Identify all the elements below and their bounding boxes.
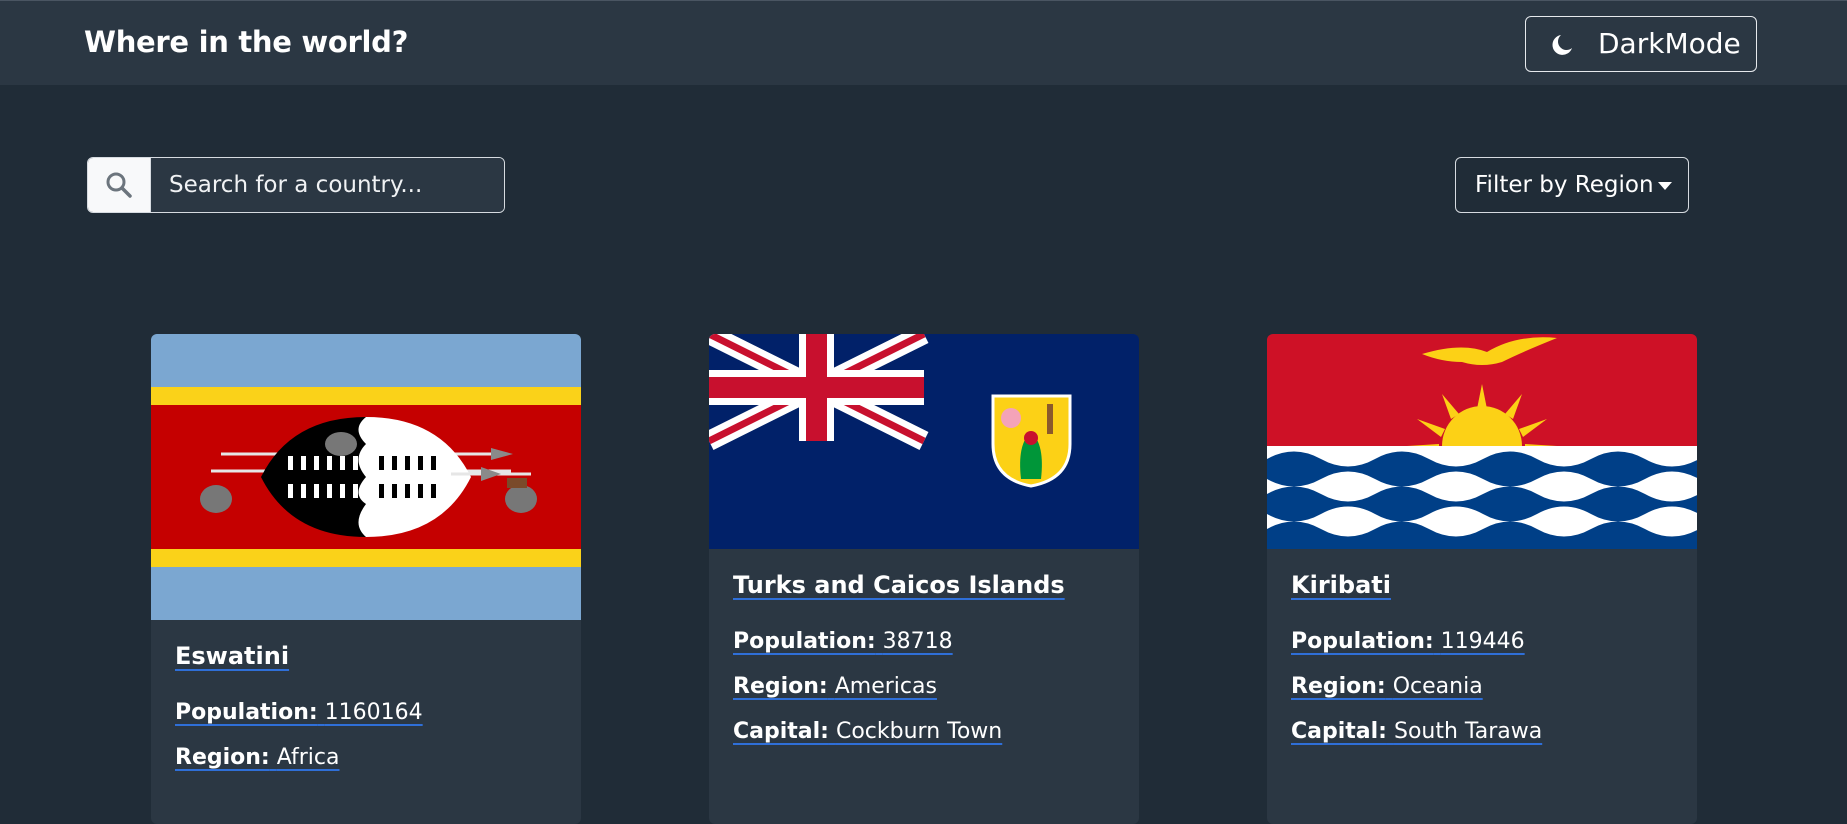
capital-value: South Tarawa [1393, 719, 1543, 744]
capital-link[interactable]: Capital: Cockburn Town [733, 719, 1002, 744]
capital-label: Capital: [733, 719, 829, 744]
region-value: Americas [834, 674, 937, 699]
filter-region-dropdown[interactable]: Filter by Region [1455, 157, 1689, 213]
population-value: 1160164 [324, 700, 423, 725]
region-link[interactable]: Region: Africa [175, 745, 339, 770]
region-row: Region: Americas [733, 674, 1115, 699]
capital-row: Capital: South Tarawa [1291, 719, 1673, 744]
flag-eswatini [151, 334, 581, 620]
filter-region-label: Filter by Region [1475, 172, 1654, 198]
population-row: Population: 119446 [1291, 629, 1673, 654]
region-link[interactable]: Region: Americas [733, 674, 937, 699]
population-value: 38718 [882, 629, 953, 654]
capital-value: Cockburn Town [835, 719, 1003, 744]
region-row: Region: Oceania [1291, 674, 1673, 699]
population-row: Population: 38718 [733, 629, 1115, 654]
app-header: Where in the world? DarkMode [0, 0, 1847, 85]
region-link[interactable]: Region: Oceania [1291, 674, 1483, 699]
population-label: Population: [175, 700, 318, 725]
moon-icon [1552, 35, 1572, 55]
search-bar [87, 157, 505, 213]
region-value: Africa [276, 745, 340, 770]
region-row: Region: Africa [175, 745, 557, 770]
country-card[interactable]: Kiribati Population: 119446 Region: Ocea… [1267, 334, 1697, 824]
population-link[interactable]: Population: 119446 [1291, 629, 1525, 654]
population-link[interactable]: Population: 1160164 [175, 700, 423, 725]
country-card[interactable]: Turks and Caicos Islands Population: 387… [709, 334, 1139, 824]
app-title: Where in the world? [84, 25, 409, 59]
population-row: Population: 1160164 [175, 700, 557, 725]
caret-down-icon [1658, 182, 1672, 190]
population-label: Population: [733, 629, 876, 654]
capital-link[interactable]: Capital: South Tarawa [1291, 719, 1542, 744]
dark-mode-label: DarkMode [1598, 27, 1741, 60]
country-name[interactable]: Turks and Caicos Islands [733, 571, 1065, 599]
country-name[interactable]: Kiribati [1291, 571, 1391, 599]
search-input[interactable] [151, 158, 504, 212]
flag-turks-and-caicos [709, 334, 1139, 549]
capital-row: Capital: Cockburn Town [733, 719, 1115, 744]
country-card[interactable]: Eswatini Population: 1160164 Region: Afr… [151, 334, 581, 824]
search-icon-box [88, 158, 151, 212]
population-link[interactable]: Population: 38718 [733, 629, 953, 654]
region-label: Region: [1291, 674, 1386, 699]
capital-label: Capital: [1291, 719, 1387, 744]
region-value: Oceania [1392, 674, 1483, 699]
region-label: Region: [175, 745, 270, 770]
search-icon [106, 172, 132, 198]
region-label: Region: [733, 674, 828, 699]
dark-mode-toggle-button[interactable]: DarkMode [1525, 16, 1757, 72]
flag-kiribati [1267, 334, 1697, 549]
population-label: Population: [1291, 629, 1434, 654]
population-value: 119446 [1440, 629, 1525, 654]
country-name[interactable]: Eswatini [175, 642, 289, 670]
